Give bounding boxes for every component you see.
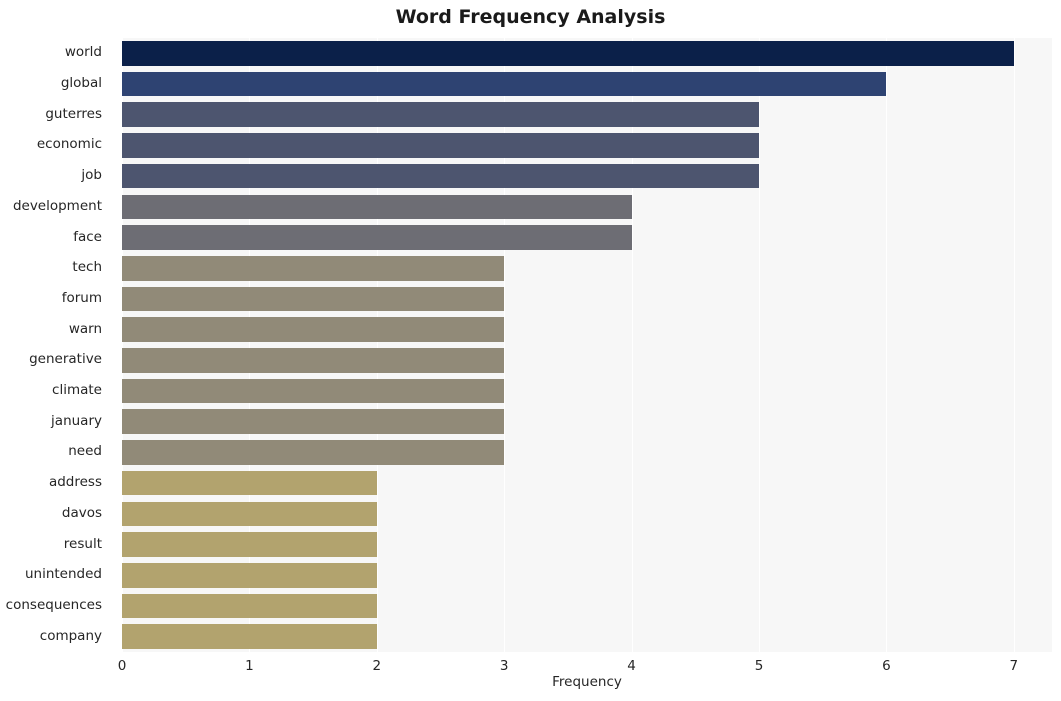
bar[interactable]	[122, 102, 759, 128]
y-axis-tick-label: world	[64, 44, 102, 61]
x-axis-tick-label: 1	[245, 658, 254, 674]
bar-row	[122, 348, 1052, 373]
bar-row	[122, 470, 1052, 496]
bar-row	[122, 378, 1052, 404]
x-axis-tick-label: 3	[499, 658, 509, 674]
bar-row	[122, 133, 1052, 158]
y-axis-tick-label: january	[51, 412, 102, 429]
plot-area	[122, 38, 1052, 652]
y-axis-tick-label: economic	[36, 136, 102, 153]
bar-row	[122, 225, 1052, 250]
chart-title: Word Frequency Analysis	[395, 6, 666, 28]
y-axis-tick-label: guterres	[45, 105, 102, 122]
y-axis-tick-label: company	[39, 627, 102, 644]
bar[interactable]	[122, 624, 377, 649]
bar-row	[122, 409, 1052, 435]
bar[interactable]	[122, 409, 505, 435]
bar-row	[122, 71, 1052, 97]
bar[interactable]	[122, 163, 759, 189]
y-axis-labels: world global guterres economic job developmen…	[0, 38, 114, 652]
chart-figure: Word Frequency Analysis world global guter…	[0, 0, 1061, 701]
x-axis-tick-label: 6	[882, 658, 891, 674]
bar-row	[122, 440, 1052, 465]
bar[interactable]	[122, 348, 505, 373]
bar-row	[122, 532, 1052, 557]
bar-row	[122, 255, 1052, 281]
y-axis-tick-label: development	[12, 197, 102, 214]
y-axis-tick-label: davos	[61, 504, 102, 521]
bar[interactable]	[122, 286, 505, 312]
bar[interactable]	[122, 133, 759, 158]
y-axis-tick-label: global	[60, 75, 102, 92]
y-axis-tick-label: job	[81, 167, 102, 184]
y-axis-tick-label: generative	[29, 351, 102, 368]
y-axis-tick-label: address	[48, 474, 102, 491]
x-axis-tick-label: 4	[627, 658, 636, 674]
bar[interactable]	[122, 532, 377, 557]
bar[interactable]	[122, 593, 377, 619]
y-axis-tick-label: need	[68, 443, 102, 460]
x-axis-ticks: 0 1 2 3 4 5 6 7	[118, 652, 1052, 676]
y-axis-tick-label: face	[73, 228, 102, 245]
bar[interactable]	[122, 41, 1014, 66]
bar[interactable]	[122, 317, 505, 342]
x-axis-tick-label: 0	[117, 658, 127, 674]
y-axis-tick-label: tech	[72, 259, 102, 276]
y-axis-tick-label: consequences	[5, 596, 102, 613]
bar[interactable]	[122, 470, 377, 496]
x-axis-title: Frequency	[552, 674, 622, 690]
bar[interactable]	[122, 440, 505, 465]
x-axis-tick-label: 5	[754, 658, 764, 674]
y-axis-tick-label: result	[63, 535, 102, 552]
y-axis-tick-label: climate	[52, 382, 102, 399]
y-axis-tick-label: warn	[68, 320, 102, 337]
bar-row	[122, 163, 1052, 189]
x-axis-tick-label: 7	[1009, 658, 1019, 674]
bar-row	[122, 286, 1052, 312]
y-axis-tick-label: unintended	[24, 566, 102, 583]
bar-row	[122, 317, 1052, 342]
bar-series	[122, 38, 1052, 652]
bar[interactable]	[122, 71, 887, 97]
bar-row	[122, 624, 1052, 649]
y-axis-tick-label: forum	[61, 289, 102, 306]
bar[interactable]	[122, 501, 377, 527]
x-axis-tick-label: 2	[372, 658, 382, 674]
bar[interactable]	[122, 225, 632, 250]
bar-row	[122, 102, 1052, 128]
bar-row	[122, 593, 1052, 619]
bar-row	[122, 194, 1052, 220]
bar[interactable]	[122, 194, 632, 220]
bar-row	[122, 41, 1052, 66]
bar[interactable]	[122, 378, 505, 404]
bar[interactable]	[122, 255, 505, 281]
bar-row	[122, 501, 1052, 527]
bar[interactable]	[122, 562, 377, 588]
bar-row	[122, 562, 1052, 588]
